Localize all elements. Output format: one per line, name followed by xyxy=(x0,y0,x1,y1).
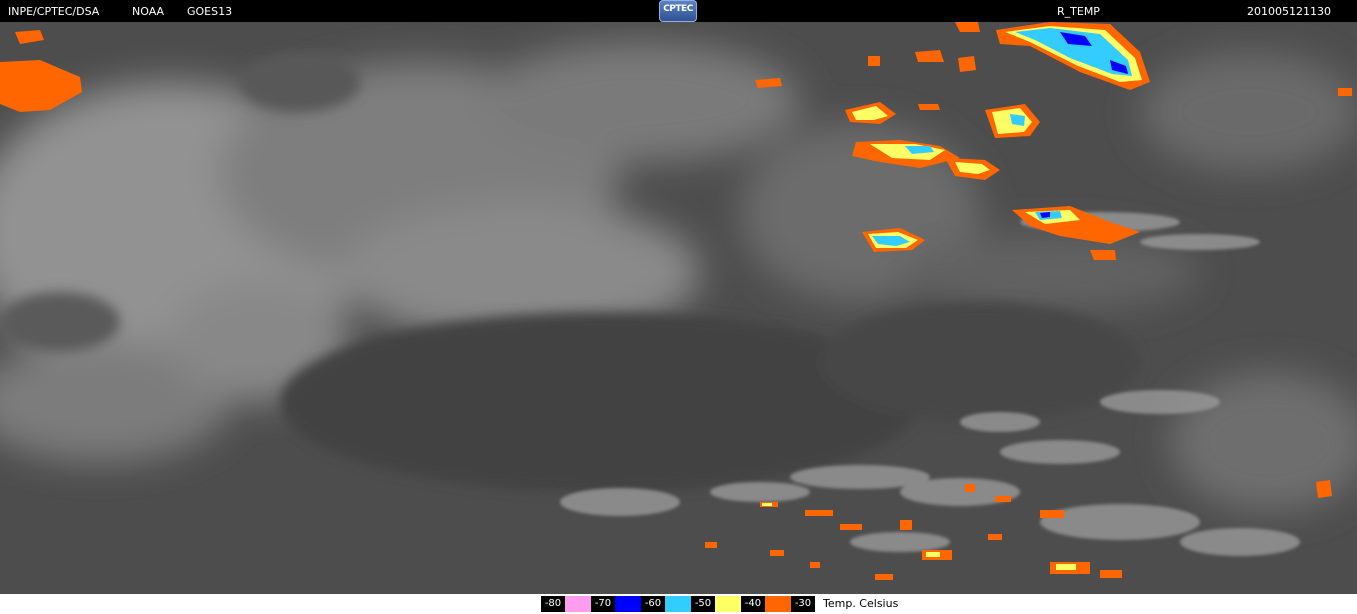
legend-swatch-40 xyxy=(765,596,791,612)
source-label: INPE/CPTEC/DSA xyxy=(8,5,100,18)
legend-label-60: -60 xyxy=(641,596,665,612)
satellite-image xyxy=(0,22,1357,594)
header-bar: INPE/CPTEC/DSA NOAA GOES13 CPTEC R_TEMP … xyxy=(0,0,1357,22)
legend-swatch-80 xyxy=(565,596,591,612)
product-label: R_TEMP xyxy=(1057,5,1100,18)
legend-label-70: -70 xyxy=(591,596,615,612)
legend-unit-label: Temp. Celsius xyxy=(823,597,899,610)
legend-label-50: -50 xyxy=(691,596,715,612)
legend-swatch-70 xyxy=(615,596,641,612)
legend-label-80: -80 xyxy=(541,596,565,612)
cptec-logo-icon: CPTEC xyxy=(659,0,697,22)
timestamp-label: 201005121130 xyxy=(1247,5,1331,18)
legend-label-40: -40 xyxy=(741,596,765,612)
temperature-legend: -80 -70 -60 -50 -40 -30 Temp. Celsius xyxy=(0,594,1357,614)
agency-label: NOAA xyxy=(132,5,165,18)
legend-swatch-60 xyxy=(665,596,691,612)
legend-label-30: -30 xyxy=(791,596,815,612)
satellite-label: GOES13 xyxy=(187,5,233,18)
legend-swatch-50 xyxy=(715,596,741,612)
